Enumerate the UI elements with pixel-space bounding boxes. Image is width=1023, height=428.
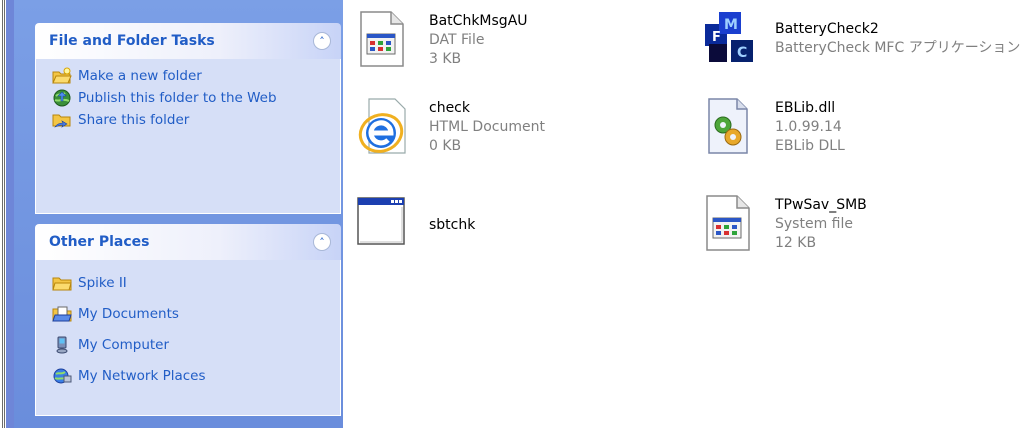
svg-text:C: C (737, 45, 747, 61)
task-label: Make a new folder (78, 68, 202, 84)
file-name: BatteryCheck2 (775, 21, 879, 37)
file-item-eblib-dll[interactable]: EBLib.dll 1.0.99.14 EBLib DLL (703, 97, 845, 156)
collapse-up-icon[interactable]: ˄ (313, 32, 331, 50)
mfc-app-icon: M F C (703, 10, 753, 68)
file-size: 0 KB (429, 138, 462, 154)
system-file-icon (703, 194, 753, 252)
place-label: Spike II (78, 275, 127, 291)
file-folder-tasks-title: File and Folder Tasks (49, 33, 215, 49)
file-folder-tasks-panel: File and Folder Tasks ˄ Make a new folde… (35, 23, 341, 214)
ie-html-icon (357, 97, 407, 155)
file-name: BatChkMsgAU (429, 13, 528, 29)
publish-web-icon (52, 89, 72, 107)
folder-icon (52, 274, 72, 292)
task-publish-to-web[interactable]: Publish this folder to the Web (52, 89, 328, 107)
place-label: My Network Places (78, 368, 206, 384)
my-documents-icon (52, 305, 72, 323)
file-name: TPwSav_SMB (775, 197, 867, 213)
other-places-body: Spike II My Documents My Computer My Net… (35, 260, 341, 416)
place-spike-ii[interactable]: Spike II (52, 274, 328, 292)
dll-file-icon (703, 97, 753, 155)
file-item-batchkmsgau[interactable]: BatChkMsgAU DAT File 3 KB (357, 10, 528, 69)
share-folder-icon (52, 111, 72, 129)
application-window-icon (357, 194, 407, 252)
file-size: 12 KB (775, 235, 817, 251)
svg-text:M: M (724, 17, 738, 33)
file-item-check[interactable]: check HTML Document 0 KB (357, 97, 545, 156)
collapse-up-icon[interactable]: ˄ (313, 233, 331, 251)
file-version: 1.0.99.14 (775, 119, 842, 135)
task-label: Share this folder (78, 112, 190, 128)
place-my-computer[interactable]: My Computer (52, 336, 328, 354)
task-share-folder[interactable]: Share this folder (52, 111, 328, 129)
file-item-batterycheck2[interactable]: M F C BatteryCheck2 BatteryCheck MFC アプリ… (703, 10, 1020, 68)
dat-file-icon (357, 10, 407, 68)
file-type: System file (775, 216, 853, 232)
file-type: DAT File (429, 32, 485, 48)
file-item-tpwsav-smb[interactable]: TPwSav_SMB System file 12 KB (703, 194, 867, 253)
other-places-panel: Other Places ˄ Spike II My Documents My … (35, 224, 341, 416)
network-places-icon (52, 367, 72, 385)
explorer-task-pane: File and Folder Tasks ˄ Make a new folde… (14, 0, 343, 428)
place-label: My Documents (78, 306, 179, 322)
file-size: 3 KB (429, 51, 462, 67)
task-make-new-folder[interactable]: Make a new folder (52, 67, 328, 85)
file-folder-tasks-body: Make a new folder Publish this folder to… (35, 59, 341, 214)
file-item-sbtchk[interactable]: sbtchk (357, 194, 475, 252)
task-label: Publish this folder to the Web (78, 90, 277, 106)
file-type: HTML Document (429, 119, 545, 135)
file-description: BatteryCheck MFC アプリケーション (775, 40, 1021, 56)
file-description: EBLib DLL (775, 138, 845, 154)
place-my-documents[interactable]: My Documents (52, 305, 328, 323)
file-name: check (429, 100, 470, 116)
svg-text:F: F (712, 30, 721, 45)
other-places-header[interactable]: Other Places ˄ (35, 224, 341, 260)
new-folder-icon (52, 67, 72, 85)
file-name: EBLib.dll (775, 100, 836, 116)
place-label: My Computer (78, 337, 170, 353)
file-name: sbtchk (429, 217, 476, 233)
window-left-border (0, 0, 14, 428)
file-list-area: BatChkMsgAU DAT File 3 KB M F C BatteryC… (343, 0, 1023, 428)
file-folder-tasks-header[interactable]: File and Folder Tasks ˄ (35, 23, 341, 59)
my-computer-icon (52, 336, 72, 354)
place-my-network-places[interactable]: My Network Places (52, 367, 328, 385)
other-places-title: Other Places (49, 234, 150, 250)
